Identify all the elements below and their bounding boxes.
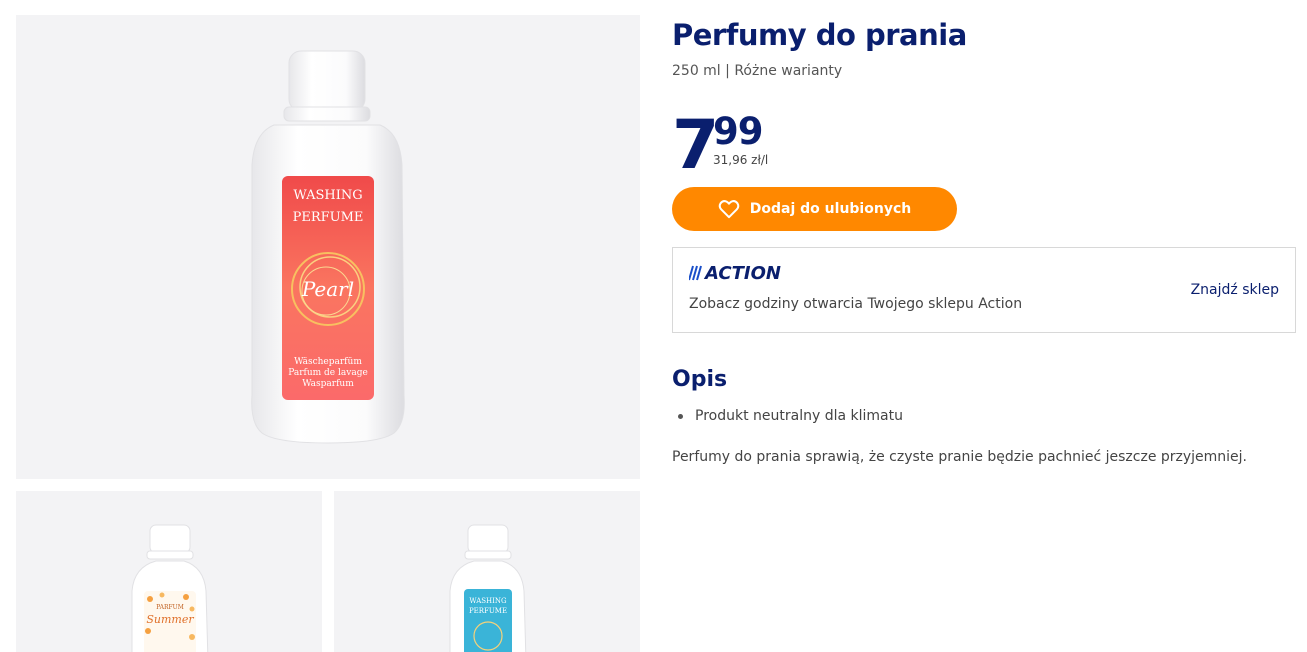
thumb2-label2: PERFUME xyxy=(469,607,507,615)
thumb1-label: PARFUM xyxy=(156,604,184,611)
label-lang1: Wäscheparfüm xyxy=(294,357,362,367)
bottle-thumbnail-summer: PARFUM Summer xyxy=(131,524,209,652)
price-per-unit: 31,96 zł/l xyxy=(713,153,769,167)
thumb1-scent: Summer xyxy=(146,613,194,626)
description-bullets: Produkt neutralny dla klimatu xyxy=(672,408,903,424)
bullet-dot xyxy=(678,413,683,419)
heart-icon xyxy=(718,200,740,219)
label-lang2: Parfum de lavage xyxy=(288,368,368,378)
product-subtitle: 250 ml | Różne warianty xyxy=(672,63,843,79)
thumbnail-summer[interactable]: PARFUM Summer xyxy=(16,491,322,652)
price-integer: 7 xyxy=(672,106,719,185)
description-heading: Opis xyxy=(672,367,728,392)
page-title: Perfumy do prania xyxy=(672,18,967,52)
description-text: Perfumy do prania sprawią, że czyste pra… xyxy=(672,449,1248,465)
store-card: ACTION Zobacz godziny otwarcia Twojego s… xyxy=(672,247,1296,333)
bottle-thumbnail-blue: WASHING PERFUME xyxy=(449,524,527,652)
thumb2-label1: WASHING xyxy=(469,597,507,605)
bullet-text: Produkt neutralny dla klimatu xyxy=(695,408,903,424)
label-line1: WASHING xyxy=(293,188,362,203)
add-to-favorites-button[interactable]: Dodaj do ulubionych xyxy=(672,187,957,231)
thumbnail-blue[interactable]: WASHING PERFUME xyxy=(334,491,640,652)
bottle-illustration: WASHING PERFUME Pearl Wäscheparfüm Parfu… xyxy=(251,50,405,444)
action-logo: ACTION xyxy=(689,262,781,284)
add-to-favorites-label: Dodaj do ulubionych xyxy=(749,201,912,217)
list-item: Produkt neutralny dla klimatu xyxy=(672,408,903,424)
store-brand: ACTION xyxy=(705,262,781,284)
price-decimal: 99 xyxy=(713,110,763,153)
scent-label: Pearl xyxy=(301,277,354,301)
label-lang3: Wasparfum xyxy=(302,379,354,389)
label-line2: PERFUME xyxy=(293,210,364,225)
store-hours-text: Zobacz godziny otwarcia Twojego sklepu A… xyxy=(689,296,1023,312)
logo-slashes-icon xyxy=(689,265,702,281)
main-product-image[interactable]: WASHING PERFUME Pearl Wäscheparfüm Parfu… xyxy=(16,15,640,479)
find-store-link[interactable]: Znajdź sklep xyxy=(1191,282,1279,298)
